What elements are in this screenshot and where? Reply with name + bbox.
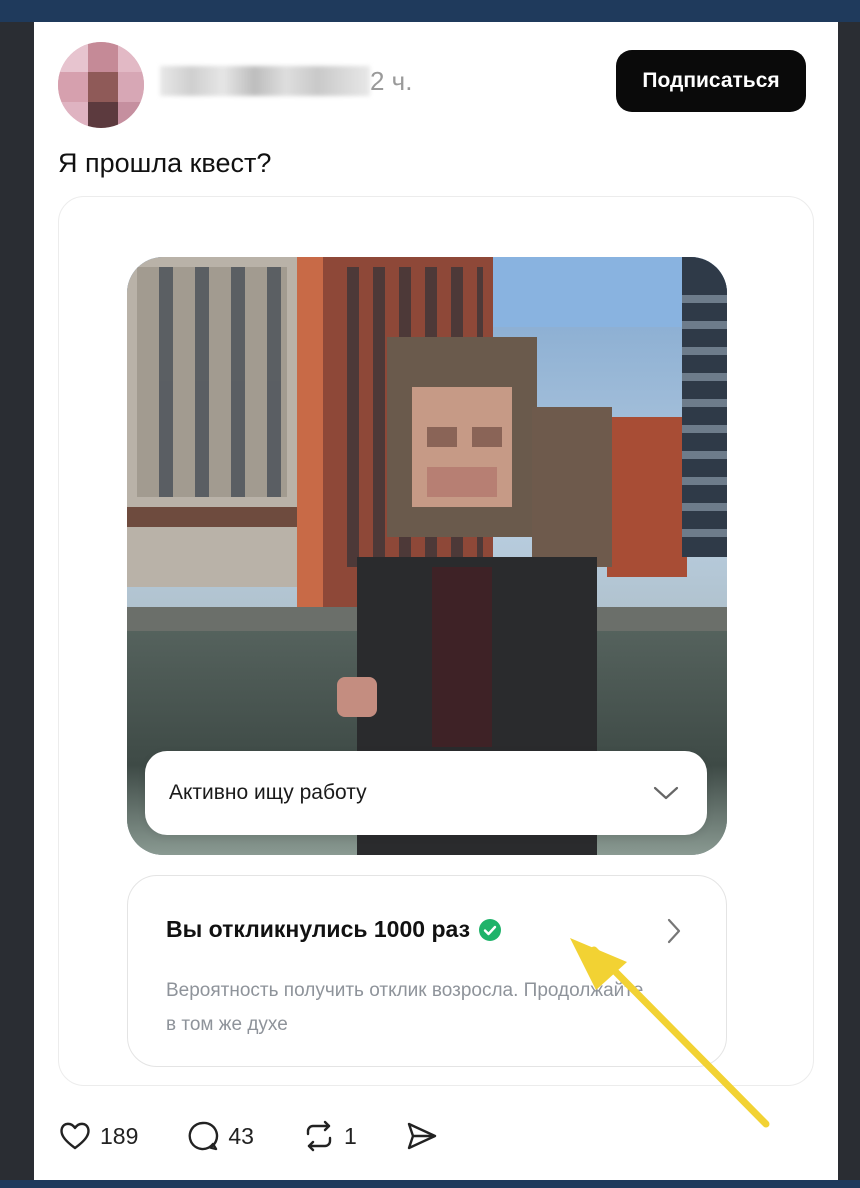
heart-icon	[60, 1122, 90, 1150]
top-strip	[0, 0, 860, 22]
comment-count: 43	[228, 1122, 254, 1149]
comment-button[interactable]: 43	[186, 1119, 254, 1153]
like-button[interactable]: 189	[58, 1119, 138, 1153]
author-name-blurred[interactable]	[160, 66, 370, 96]
like-count: 189	[100, 1122, 139, 1149]
chevron-down-icon	[653, 786, 679, 800]
check-badge-icon	[479, 918, 501, 941]
avatar[interactable]	[58, 42, 144, 128]
comment-icon	[188, 1121, 219, 1151]
share-button[interactable]	[405, 1119, 439, 1153]
bottom-strip	[0, 1180, 860, 1188]
dropdown-label: Активно ищу работу	[169, 781, 367, 804]
responses-stat-card[interactable]: Вы откликнулись 1000 раз Вероятность пол…	[127, 875, 727, 1067]
post-time: 2 ч.	[370, 66, 413, 96]
stat-title: Вы откликнулись 1000 раз	[166, 916, 470, 942]
stat-description: Вероятность получить отклик возросла. Пр…	[166, 980, 644, 1035]
subscribe-button[interactable]: Подписаться	[616, 50, 806, 112]
stat-title-row: Вы откликнулись 1000 раз	[166, 916, 502, 943]
embedded-screenshot: Активно ищу работу Вы откликнулись 1000 …	[58, 196, 814, 1086]
job-status-dropdown[interactable]: Активно ищу работу	[145, 751, 707, 835]
bleed-through-text	[280, 4, 840, 22]
repost-icon	[306, 1120, 332, 1152]
post-card: 2 ч. Подписаться Я прошла квест? Активно…	[34, 22, 838, 1180]
chevron-right-icon	[667, 918, 681, 944]
repost-button[interactable]: 1	[302, 1119, 357, 1153]
send-icon	[407, 1122, 436, 1150]
repost-count: 1	[343, 1122, 357, 1149]
action-bar: 189 43 1	[58, 1116, 487, 1156]
post-text: Я прошла квест?	[58, 148, 272, 178]
